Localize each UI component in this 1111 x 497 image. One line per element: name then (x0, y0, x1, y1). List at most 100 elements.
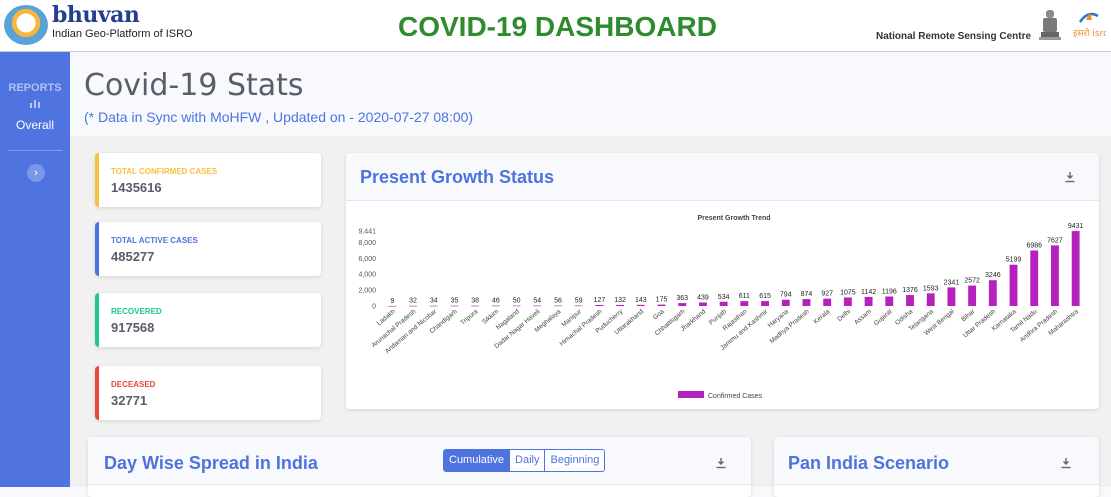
bar (574, 305, 583, 307)
bar (1051, 245, 1059, 306)
bar (1009, 264, 1018, 306)
legend-label: Confirmed Cases (708, 393, 763, 400)
bar (802, 299, 811, 306)
mohfw-link[interactable]: MoHFW (210, 109, 261, 125)
daily-button[interactable]: Daily (509, 450, 545, 471)
stat-label: TOTAL CONFIRMED CASES (111, 167, 218, 176)
bar-value-label: 7627 (1047, 237, 1063, 244)
bar (988, 280, 997, 306)
download-icon[interactable] (1060, 457, 1072, 469)
sidebar-item-overall[interactable]: Overall (0, 118, 70, 132)
bar (471, 305, 480, 307)
stat-label: RECOVERED (111, 307, 162, 316)
y-tick-label: 2,000 (358, 288, 376, 295)
sync-status: (* Data in Sync with MoHFW , Updated on … (84, 109, 473, 125)
bar-value-label: 1593 (923, 285, 939, 292)
bar-value-label: 2341 (944, 279, 960, 286)
x-tick-label: Gujarat (873, 308, 894, 327)
stat-value: 32771 (111, 393, 148, 408)
bar-value-label: 50 (513, 298, 521, 305)
chart-title: Present Growth Trend (697, 215, 770, 222)
bar-value-label: 1196 (882, 288, 897, 295)
bar-value-label: 175 (656, 297, 668, 304)
bar-value-label: 143 (635, 297, 647, 304)
bar (616, 304, 625, 306)
page-title: Covid-19 Stats (84, 68, 304, 103)
bar (657, 304, 666, 306)
bar-value-label: 794 (780, 292, 792, 299)
sidebar: REPORTS Overall › (0, 52, 70, 487)
growth-trend-chart: Present Growth Trend 9,441 8,000 6,000 4,000… (358, 215, 1083, 400)
download-icon[interactable] (715, 457, 727, 469)
stat-label: TOTAL ACTIVE CASES (111, 236, 198, 245)
logo-title[interactable]: bhuvan (52, 2, 140, 28)
bhuvan-logo-icon[interactable] (4, 5, 48, 45)
bar-value-label: 6986 (1026, 243, 1042, 250)
bar-value-label: 132 (614, 297, 626, 304)
bar (843, 297, 852, 306)
bar (823, 298, 832, 306)
bar (781, 299, 790, 306)
bar-value-label: 1376 (902, 287, 918, 294)
dashboard-title: COVID-19 DASHBOARD (398, 11, 717, 42)
bar (864, 296, 873, 306)
bar (512, 305, 521, 307)
bar-value-label: 534 (718, 294, 730, 301)
national-emblem-icon (1039, 10, 1061, 40)
bar (699, 302, 707, 306)
bar-value-label: 9 (390, 298, 394, 305)
y-tick-label: 4,000 (358, 272, 376, 279)
bar-value-label: 874 (801, 291, 813, 298)
bar (429, 305, 438, 307)
bar-value-label: 5199 (1006, 257, 1022, 264)
bar (947, 287, 956, 306)
bar (906, 295, 914, 306)
sidebar-toggle-button[interactable]: › (27, 164, 45, 182)
top-bar: bhuvan Indian Geo-Platform of ISRO COVID… (0, 0, 1111, 52)
bar (761, 301, 769, 306)
bar (491, 305, 500, 307)
org-name: National Remote Sensing Centre (876, 31, 1032, 42)
bar-value-label: 127 (594, 297, 606, 304)
download-icon[interactable] (1064, 171, 1076, 183)
sync-suffix: , Updated on - 2020-07-27 08:00) (261, 109, 474, 125)
bar (678, 303, 687, 306)
bar (926, 293, 935, 306)
day-wise-title: Day Wise Spread in India (104, 453, 318, 473)
bar-value-label: 927 (821, 291, 833, 298)
beginning-button[interactable]: Beginning (544, 450, 605, 471)
bar (533, 305, 542, 307)
stat-card-confirmed: TOTAL CONFIRMED CASES 1435616 (95, 153, 321, 207)
bar-value-label: 56 (554, 298, 562, 305)
chevron-right-icon: › (34, 167, 38, 179)
bar-value-label: 59 (575, 298, 583, 305)
y-tick-label: 8,000 (358, 240, 376, 247)
bar (740, 301, 749, 306)
bar (885, 296, 894, 306)
bar (719, 301, 728, 306)
x-tick-label: Bihar (960, 308, 977, 324)
legend-swatch (678, 391, 704, 398)
bar-value-label: 439 (697, 295, 709, 302)
isro-logo-icon: इसरो isro (1073, 12, 1106, 39)
sidebar-reports-heading: REPORTS (8, 82, 62, 94)
bar-value-label: 363 (676, 295, 688, 302)
bar (1071, 231, 1080, 306)
growth-panel-title: Present Growth Status (360, 167, 555, 187)
bar-value-label: 3246 (985, 272, 1001, 279)
y-tick-label: 6,000 (358, 256, 376, 263)
bar-value-label: 46 (492, 298, 500, 305)
cumulative-button[interactable]: Cumulative (444, 450, 510, 471)
bar (409, 305, 417, 307)
bar-value-label: 615 (759, 293, 771, 300)
pan-india-title: Pan India Scenario (788, 453, 950, 473)
bar (1030, 250, 1039, 306)
bar-value-label: 32 (409, 298, 417, 305)
bar-value-label: 34 (430, 298, 438, 305)
bar (450, 305, 459, 307)
x-tick-label: Tripura (459, 308, 479, 327)
bar-value-label: 38 (471, 298, 479, 305)
bar-value-label: 2572 (964, 278, 980, 285)
growth-status-panel: Present Growth Status Present Growth Tre… (346, 153, 1099, 409)
stat-label: DECEASED (111, 380, 156, 389)
